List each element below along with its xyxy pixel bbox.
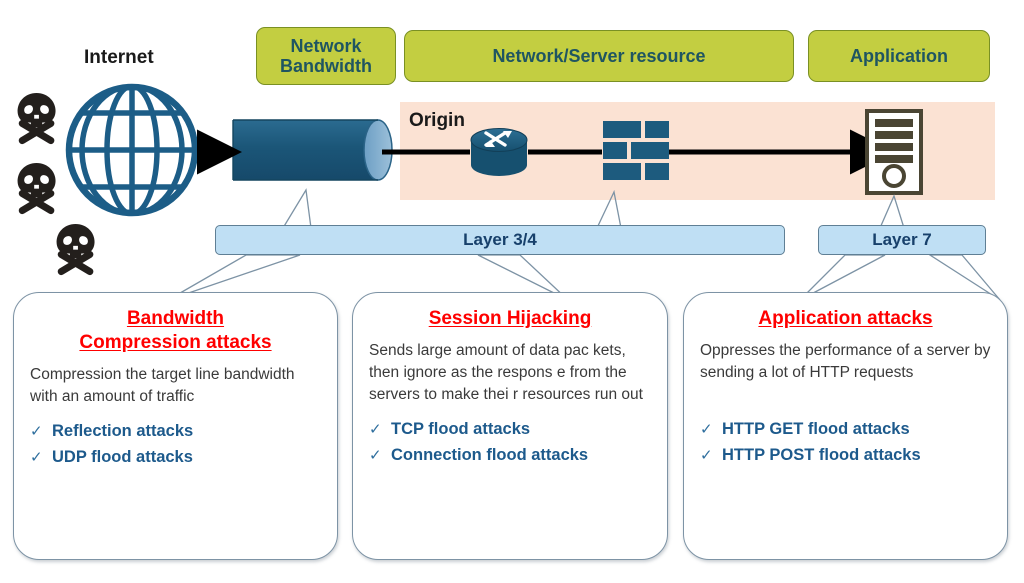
- callout-description: Oppresses the performance of a server by…: [700, 341, 991, 381]
- bullet-label: HTTP POST flood attacks: [722, 445, 921, 464]
- callout-bullet-list: ✓ TCP flood attacks ✓ Connection flood a…: [369, 416, 651, 468]
- bullet-label: HTTP GET flood attacks: [722, 419, 910, 438]
- callout-description: Sends large amount of data pac kets, the…: [369, 341, 643, 403]
- layer-label: Layer 7: [872, 230, 932, 249]
- check-icon: ✓: [369, 446, 382, 464]
- origin-label: Origin: [409, 110, 465, 131]
- list-item[interactable]: ✓ Connection flood attacks: [369, 442, 651, 468]
- layer-label: Layer 3/4: [463, 230, 537, 249]
- callout-session-hijacking[interactable]: Session Hijacking Sends large amount of …: [352, 292, 668, 560]
- callout-application-attacks[interactable]: Application attacks Oppresses the perfor…: [683, 292, 1008, 560]
- bullet-label: Reflection attacks: [52, 421, 194, 440]
- check-icon: ✓: [369, 420, 382, 438]
- list-item[interactable]: ✓ HTTP POST flood attacks: [700, 442, 991, 468]
- check-icon: ✓: [30, 422, 43, 440]
- category-box-network-server-resource[interactable]: Network/Server resource: [404, 30, 794, 82]
- list-item[interactable]: ✓ Reflection attacks: [30, 418, 321, 444]
- skull-crossbones-icon: [17, 93, 56, 145]
- callout-title: Session Hijacking: [428, 308, 592, 329]
- ddos-layer-diagram: Network Bandwidth Network/Server resourc…: [0, 0, 1024, 583]
- skull-crossbones-icon: [56, 224, 95, 276]
- callout-bullet-list: ✓ Reflection attacks ✓ UDP flood attacks: [30, 418, 321, 470]
- skull-crossbones-icon: [17, 163, 56, 215]
- category-label: Network Bandwidth: [280, 35, 372, 76]
- category-box-application[interactable]: Application: [808, 30, 990, 82]
- check-icon: ✓: [700, 420, 713, 438]
- callout-bullet-list: ✓ HTTP GET flood attacks ✓ HTTP POST flo…: [700, 416, 991, 468]
- check-icon: ✓: [700, 446, 713, 464]
- list-item[interactable]: ✓ HTTP GET flood attacks: [700, 416, 991, 442]
- callout-bandwidth-compression-attacks[interactable]: Bandwidth Compression attacks Compressio…: [13, 292, 338, 560]
- callout-title: Bandwidth Compression attacks: [79, 308, 272, 353]
- category-label: Network/Server resource: [492, 45, 706, 66]
- bullet-label: Connection flood attacks: [391, 445, 589, 464]
- layer-bar-layer-7[interactable]: Layer 7: [818, 225, 986, 255]
- check-icon: ✓: [30, 448, 43, 466]
- callout-title: Application attacks: [758, 308, 933, 329]
- bullet-label: UDP flood attacks: [52, 447, 193, 466]
- list-item[interactable]: ✓ UDP flood attacks: [30, 444, 321, 470]
- category-box-network-bandwidth[interactable]: Network Bandwidth: [256, 27, 396, 85]
- origin-path-band: [400, 102, 995, 200]
- callout-description: Compression the target line bandwidth wi…: [30, 365, 295, 405]
- layer-bar-layer-3-4[interactable]: Layer 3/4: [215, 225, 785, 255]
- globe-icon: [65, 83, 199, 217]
- list-item[interactable]: ✓ TCP flood attacks: [369, 416, 651, 442]
- internet-label: Internet: [84, 47, 154, 68]
- bullet-label: TCP flood attacks: [391, 419, 531, 438]
- category-label: Application: [850, 45, 948, 66]
- bandwidth-pipe-icon: [232, 119, 393, 181]
